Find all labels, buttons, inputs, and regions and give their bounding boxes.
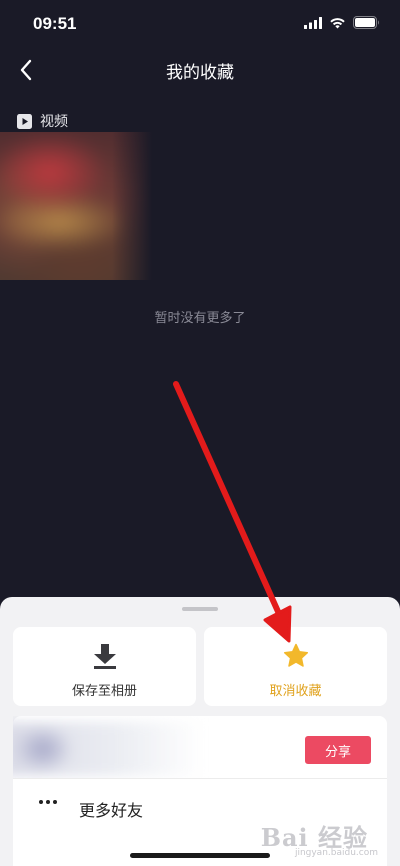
- share-button[interactable]: 分享: [305, 736, 371, 764]
- share-friend-row: 分享: [13, 716, 387, 779]
- friend-avatar-blurred: [13, 722, 203, 776]
- unfavorite-button[interactable]: 取消收藏: [204, 627, 387, 706]
- nav-bar: 我的收藏: [0, 48, 400, 92]
- cellular-signal-icon: [304, 16, 322, 29]
- save-to-album-label: 保存至相册: [71, 684, 137, 699]
- home-indicator: [130, 853, 270, 858]
- download-icon: [93, 644, 116, 669]
- empty-state-text: 暂时没有更多了: [154, 311, 246, 326]
- more-dots-icon: [39, 800, 57, 804]
- wifi-icon: [330, 17, 345, 28]
- status-icons: [304, 16, 380, 29]
- unfavorite-label: 取消收藏: [269, 684, 322, 699]
- thumbnail-fade: [112, 132, 152, 280]
- section-header: 视频: [17, 111, 68, 131]
- video-thumbnail[interactable]: [0, 132, 152, 280]
- battery-icon: [353, 16, 379, 29]
- page-title: 我的收藏: [166, 63, 234, 83]
- sheet-handle[interactable]: [182, 607, 218, 611]
- star-icon: [283, 643, 308, 667]
- status-bar: 09:51: [0, 0, 400, 48]
- save-to-album-button[interactable]: 保存至相册: [13, 627, 196, 706]
- section-label: 视频: [40, 114, 68, 130]
- star-icon-wrap: [204, 643, 387, 669]
- video-play-icon: [17, 113, 32, 129]
- more-friends-label: 更多好友: [79, 801, 144, 820]
- status-time: 09:51: [33, 14, 77, 33]
- save-icon-wrap: [13, 643, 196, 669]
- watermark-url: jingyan.baidu.com: [294, 848, 378, 858]
